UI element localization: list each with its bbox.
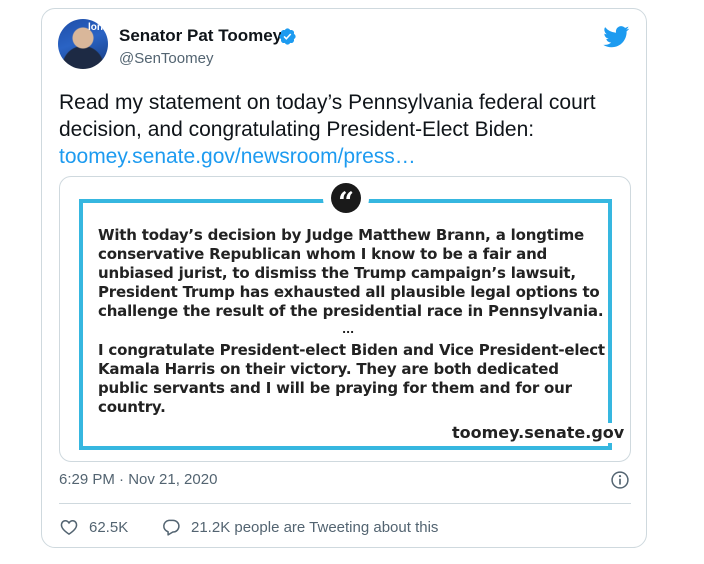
quote-mark-glyph: “ — [337, 186, 355, 219]
divider — [59, 503, 631, 504]
tweet-timestamp[interactable]: 6:29 PM · Nov 21, 2020 — [59, 471, 217, 488]
comment-bubble-icon — [163, 519, 180, 536]
verified-badge-icon — [279, 28, 296, 45]
statement-line: conservative Republican whom I know to b… — [98, 245, 548, 263]
conversation-button[interactable]: 21.2K people are Tweeting about this — [161, 517, 438, 537]
statement-site-tag: toomey.senate.gov — [446, 423, 630, 443]
statement-line: With today’s decision by Judge Matthew B… — [98, 226, 585, 244]
tweet-body: Read my statement on today’s Pennsylvani… — [59, 89, 629, 170]
statement-line: President Trump has exhausted all plausi… — [98, 283, 600, 301]
avatar-logo-text: lon — [88, 22, 103, 33]
statement-text: With today’s decision by Judge Matthew B… — [98, 226, 605, 417]
statement-line: challenge the result of the presidential… — [98, 302, 604, 320]
avatar[interactable]: lon — [58, 19, 108, 69]
author-name[interactable]: Senator Pat Toomey — [119, 26, 282, 46]
author-handle[interactable]: @SenToomey — [119, 50, 213, 67]
tweet-card[interactable]: lon Senator Pat Toomey @SenToomey Read m… — [41, 8, 647, 548]
statement-line: Kamala Harris on their victory. They are… — [98, 360, 559, 378]
statement-line: public servants and I will be praying fo… — [98, 379, 572, 397]
tweet-link[interactable]: toomey.senate.gov/newsroom/press… — [59, 143, 629, 170]
quote-mark-icon: “ — [331, 183, 361, 218]
like-count: 62.5K — [89, 518, 129, 536]
tweet-text-line: decision, and congratulating President-E… — [59, 118, 535, 141]
statement-line: I congratulate President-elect Biden and… — [98, 341, 605, 359]
statement-line: country. — [98, 398, 166, 416]
conversation-text: 21.2K people are Tweeting about this — [191, 518, 439, 536]
like-button[interactable]: 62.5K — [59, 517, 128, 537]
statement-ellipsis: ... — [342, 323, 354, 336]
heart-icon — [60, 519, 78, 535]
statement-line: unbiased jurist, to dismiss the Trump ca… — [98, 264, 576, 282]
statement-image[interactable]: “ With today’s decision by Judge Matthew… — [59, 176, 631, 462]
tweet-text-line: Read my statement on today’s Pennsylvani… — [59, 91, 596, 114]
twitter-bird-icon[interactable] — [603, 26, 630, 48]
info-icon[interactable] — [610, 470, 630, 490]
